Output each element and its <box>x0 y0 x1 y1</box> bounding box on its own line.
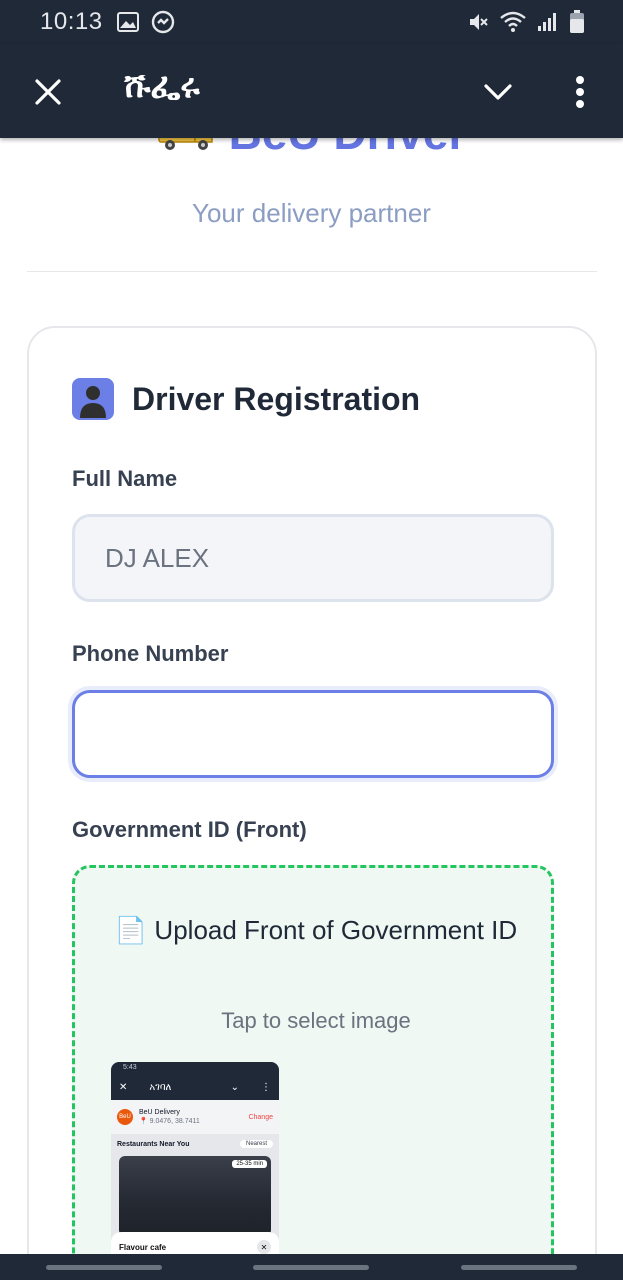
preview-restaurant-photo: 25-35 min <box>119 1156 271 1236</box>
user-icon <box>72 378 114 420</box>
card-header: Driver Registration <box>72 378 420 420</box>
signal-icon <box>537 12 559 32</box>
gov-id-front-label: Government ID (Front) <box>72 817 307 842</box>
preview-close-icon: ✕ <box>119 1081 128 1093</box>
preview-app-name: BeU Delivery <box>139 1109 180 1116</box>
nav-home-handle[interactable] <box>253 1264 370 1270</box>
preview-sort: Nearest <box>239 1140 273 1148</box>
messenger-icon <box>151 10 175 34</box>
brand-header: BeU Driver <box>0 138 623 168</box>
preview-title: አገባለ <box>149 1081 172 1093</box>
page-content: BeU Driver Your delivery partner Driver … <box>0 138 623 1254</box>
header-divider <box>27 271 597 272</box>
full-name-value: DJ ALEX <box>105 542 210 573</box>
preview-app-bar: ✕ አገባለ ⌄ ⋮ <box>111 1074 279 1100</box>
preview-restaurant-close-icon: ✕ <box>257 1240 271 1254</box>
upload-title: 📄 Upload Front of Government ID <box>114 915 518 945</box>
preview-logo: BeU <box>117 1109 133 1125</box>
preview-chevron-icon: ⌄ <box>230 1081 239 1093</box>
preview-section-title: Restaurants Near You <box>117 1140 190 1148</box>
preview-section-header: Restaurants Near You Nearest <box>111 1134 279 1154</box>
wifi-icon <box>499 11 527 33</box>
app-bar: ሹፌሩ <box>0 44 623 138</box>
status-time: 10:13 <box>40 8 103 35</box>
chevron-down-icon[interactable] <box>480 74 516 110</box>
nav-recents-handle[interactable] <box>45 1264 162 1270</box>
phone-number-label: Phone Number <box>72 641 229 666</box>
nav-back-handle[interactable] <box>461 1264 578 1270</box>
gov-id-front-upload[interactable]: 📄 Upload Front of Government ID Tap to s… <box>72 865 554 1254</box>
delivery-truck-icon <box>157 138 215 152</box>
uploaded-image-preview[interactable]: 5:43 ✕ አገባለ ⌄ ⋮ BeU BeU Delivery 📍 9.047… <box>111 1062 279 1254</box>
preview-restaurant-name: Flavour cafe <box>119 1242 167 1252</box>
preview-restaurant-bar: Flavour cafe ✕ <box>111 1232 279 1254</box>
brand-tagline: Your delivery partner <box>192 198 431 228</box>
card-title: Driver Registration <box>132 380 421 417</box>
preview-coords: 📍 9.0476, 38.7411 <box>139 1118 200 1125</box>
preview-eta: 25-35 min <box>232 1160 267 1168</box>
app-bar-title: ሹፌሩ <box>124 66 200 106</box>
image-icon <box>116 12 139 32</box>
preview-more-icon: ⋮ <box>261 1081 271 1093</box>
full-name-input[interactable]: DJ ALEX <box>72 514 554 602</box>
full-name-label: Full Name <box>72 466 178 491</box>
preview-status-time: 5:43 <box>111 1062 279 1074</box>
battery-icon <box>569 10 585 34</box>
preview-location-row: BeU BeU Delivery 📍 9.0476, 38.7411 Chang… <box>111 1100 279 1134</box>
brand-title: BeU Driver <box>229 138 467 160</box>
registration-card: Driver Registration Full Name DJ ALEX Ph… <box>27 326 597 1254</box>
system-nav-bar <box>0 1254 623 1280</box>
status-bar: 10:13 <box>0 0 623 44</box>
phone-number-input[interactable] <box>72 690 554 778</box>
mute-icon <box>467 11 489 33</box>
more-vert-icon[interactable] <box>566 72 594 112</box>
preview-change-link: Change <box>248 1113 273 1121</box>
close-icon[interactable] <box>30 74 66 110</box>
upload-hint: Tap to select image <box>221 1008 411 1033</box>
